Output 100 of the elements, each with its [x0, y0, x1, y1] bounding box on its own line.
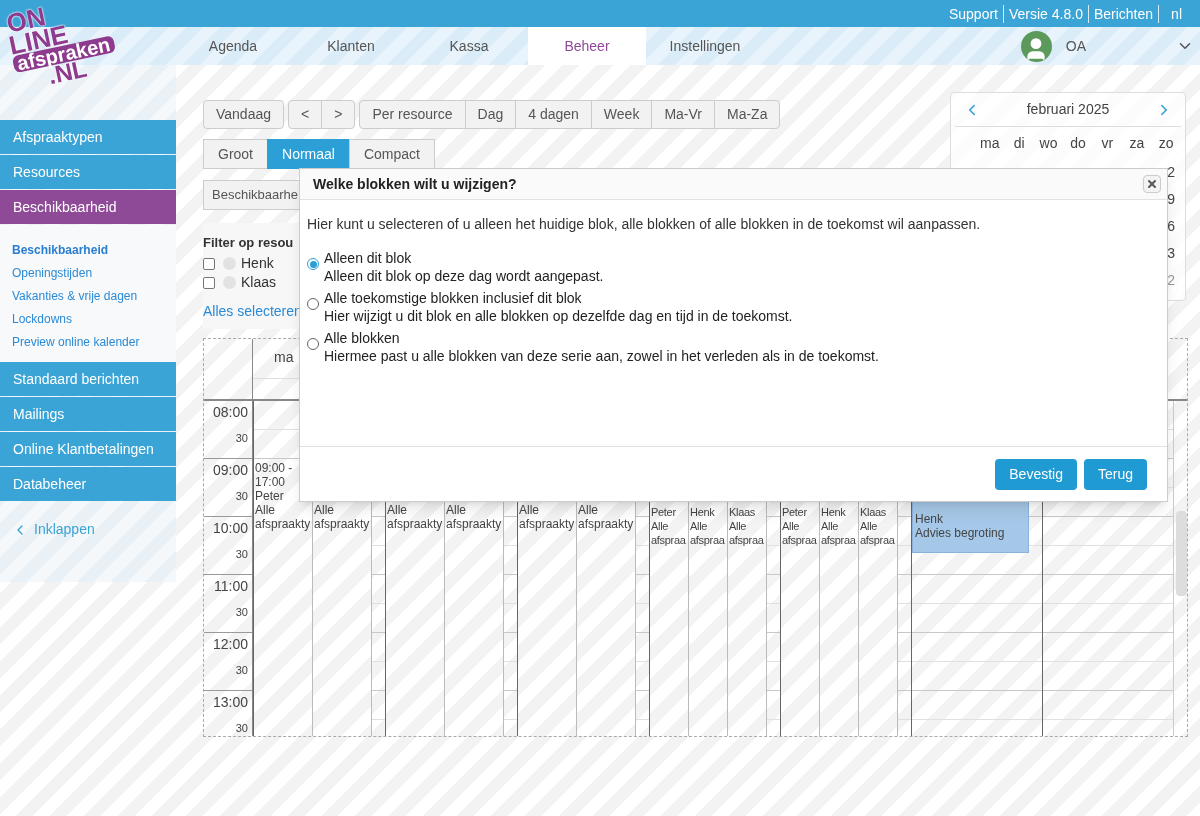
- toolbar-button[interactable]: Dag: [464, 100, 517, 129]
- option-title: Alle toekomstige blokken inclusief dit blok: [324, 289, 583, 307]
- checkbox[interactable]: [203, 276, 215, 289]
- size-tab[interactable]: Normaal: [267, 139, 350, 169]
- block-text: Alle: [519, 503, 539, 517]
- checkbox[interactable]: [203, 257, 215, 270]
- half-hour-label: 30: [235, 721, 248, 736]
- block-text: Alle: [578, 503, 598, 517]
- toolbar-button[interactable]: 4 dagen: [515, 100, 592, 129]
- half-hour-label: 30: [235, 431, 248, 446]
- nav-tab[interactable]: Instellingen: [646, 27, 764, 65]
- hour-label: 08:00: [212, 403, 248, 422]
- close-icon: [1146, 178, 1158, 190]
- day-header: ma: [274, 349, 294, 365]
- block-text: Klaas: [729, 505, 756, 519]
- toolbar-button[interactable]: Week: [590, 100, 653, 129]
- weekday-label: do: [1069, 133, 1087, 153]
- close-button[interactable]: [1143, 175, 1161, 193]
- size-tab[interactable]: Groot: [203, 139, 268, 169]
- toolbar-button[interactable]: >: [321, 100, 356, 129]
- dialog-intro: Hier kunt u selecteren of u alleen het huidige blok, alle blokken of alle blokken in de toekomst wil aanpassen.: [307, 215, 982, 234]
- sidebar-subitem[interactable]: Lockdowns: [0, 308, 73, 331]
- block-text: Alle: [651, 519, 669, 533]
- block-text: afspraakty: [314, 517, 370, 531]
- block-text: Klaas: [860, 505, 887, 519]
- nav-tab[interactable]: Beheer: [528, 27, 646, 65]
- block-text: afspraa: [821, 533, 856, 547]
- half-hour-label: 30: [235, 605, 248, 620]
- block-text: Henk: [690, 505, 715, 519]
- nav-tab[interactable]: Kassa: [410, 27, 528, 65]
- block-text: Henk: [821, 505, 846, 519]
- block-text: Alle: [729, 519, 747, 533]
- option-description: Alleen dit blok op deze dag wordt aangepast.: [324, 267, 604, 285]
- option-title: Alleen dit blok: [324, 249, 413, 267]
- block-text: 09:00 - 17:00: [255, 461, 294, 489]
- sidebar-subitem[interactable]: Vakanties & vrije dagen: [0, 285, 138, 308]
- appointment-text: Henk: [915, 512, 944, 526]
- calendar-date[interactable]: 3: [1167, 240, 1175, 267]
- block-text: afspraa: [690, 533, 725, 547]
- toolbar-button[interactable]: Ma-Za: [714, 100, 781, 129]
- half-hour-label: 30: [235, 547, 248, 562]
- block-text: Alle: [314, 503, 334, 517]
- half-hour-label: 30: [235, 663, 248, 678]
- weekday-label: za: [1128, 133, 1146, 153]
- sidebar-item[interactable]: Beschikbaarheid: [0, 190, 176, 224]
- appointment-text: Advies begroting: [915, 526, 1006, 540]
- block-text: afspraakty: [519, 517, 575, 531]
- dialog-button[interactable]: Terug: [1083, 458, 1147, 490]
- toolbar-button[interactable]: Per resource: [359, 100, 466, 129]
- weekday-label: vr: [1100, 133, 1115, 153]
- block-text: afspraa: [860, 533, 895, 547]
- weekday-label: zo: [1157, 133, 1175, 153]
- hour-label: 11:00: [214, 577, 248, 596]
- block-text: afspraakty: [578, 517, 634, 531]
- hour-label: 12:00: [212, 635, 248, 654]
- weekday-label: di: [1012, 133, 1026, 153]
- option-description: Hiermee past u alle blokken van deze serie aan, zowel in het verleden als in de toekomst.: [324, 347, 879, 365]
- sidebar-subitem[interactable]: Beschikbaarheid: [0, 239, 109, 262]
- dialog-button[interactable]: Bevestig: [995, 458, 1077, 490]
- block-text: Alle: [860, 519, 878, 533]
- hour-label: 13:00: [212, 693, 248, 712]
- calendar-date[interactable]: 6: [1167, 213, 1175, 240]
- resource-name: Klaas: [241, 273, 277, 292]
- option-description: Hier wijzigt u dit blok en alle blokken op dezelfde dag en tijd in de toekomst.: [324, 307, 793, 325]
- resource-name: Henk: [241, 254, 274, 273]
- half-hour-label: 30: [235, 489, 248, 504]
- block-text: Peter: [782, 505, 807, 519]
- toolbar-button[interactable]: Ma-Vr: [651, 100, 715, 129]
- hour-label: 09:00: [212, 461, 248, 480]
- scrollbar-thumb[interactable]: [1176, 511, 1187, 596]
- block-text: afspraakty: [387, 517, 443, 531]
- weekday-label: ma: [979, 133, 1001, 153]
- block-text: Alle: [446, 503, 466, 517]
- month-title: februari 2025: [1026, 100, 1110, 119]
- weekday-label: wo: [1038, 133, 1059, 153]
- block-text: afspraakty: [446, 517, 502, 531]
- block-text: afspraa: [651, 533, 686, 547]
- select-all-link[interactable]: Alles selecteren: [203, 300, 302, 322]
- calendar-date[interactable]: 9: [1167, 186, 1175, 213]
- block-text: Alle: [782, 519, 800, 533]
- block-text: afspraakty: [255, 517, 311, 531]
- block-text: Alle: [690, 519, 708, 533]
- size-tab[interactable]: Compact: [348, 139, 435, 169]
- sidebar-subitem[interactable]: Preview online kalender: [0, 331, 140, 354]
- toolbar-button[interactable]: Vandaag: [203, 100, 284, 129]
- option-title: Alle blokken: [324, 329, 401, 347]
- toolbar-button[interactable]: <: [288, 100, 323, 129]
- block-text: afspraa: [729, 533, 764, 547]
- block-text: Alle: [255, 503, 275, 517]
- nav-tab[interactable]: Agenda: [174, 27, 292, 65]
- block-text: Alle: [387, 503, 407, 517]
- block-text: Alle: [821, 519, 839, 533]
- block-text: Peter: [651, 505, 676, 519]
- calendar-date[interactable]: 2: [1167, 159, 1175, 186]
- user-initials[interactable]: OA: [1065, 35, 1086, 57]
- block-text: afspraa: [782, 533, 817, 547]
- sidebar-subitem[interactable]: Openingstijden: [0, 262, 93, 285]
- nav-tab[interactable]: Klanten: [292, 27, 410, 65]
- avatar-icon[interactable]: [1020, 30, 1052, 62]
- block-text: Peter: [255, 489, 284, 503]
